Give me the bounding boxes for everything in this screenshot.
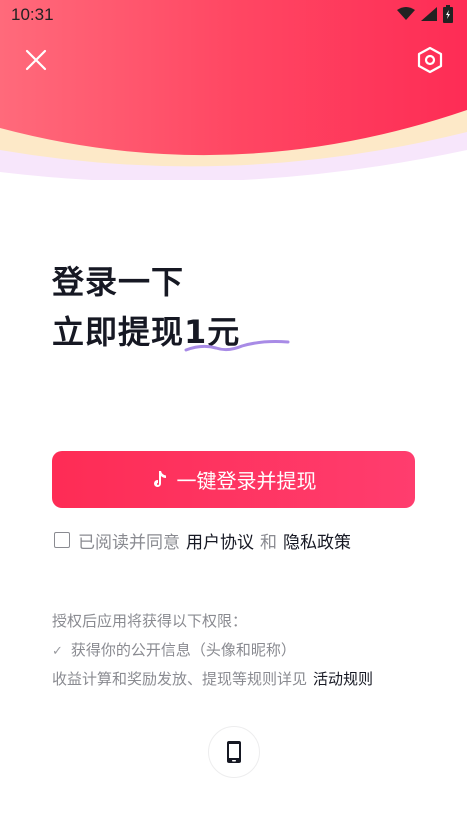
user-agreement-link[interactable]: 用户协议	[186, 528, 254, 553]
settings-button[interactable]	[414, 44, 446, 76]
close-button[interactable]	[20, 44, 52, 76]
agreement-row: 已阅读并同意 用户协议 和 隐私政策	[54, 528, 351, 553]
headline-prefix: 立即提现	[52, 313, 185, 351]
phone-icon	[227, 741, 241, 763]
agreement-prefix: 已阅读并同意	[78, 532, 180, 553]
tiktok-icon	[153, 470, 166, 487]
headline-line1: 登录一下	[52, 263, 185, 301]
login-button-label: 一键登录并提现	[176, 469, 317, 493]
permissions-title: 授权后应用将获得以下权限：	[52, 612, 248, 630]
check-icon: ✓	[52, 644, 63, 659]
wifi-icon	[397, 7, 415, 20]
privacy-policy-link[interactable]: 隐私政策	[283, 528, 351, 553]
rules-note: 收益计算和奖励发放、提现等规则详见 活动规则	[52, 668, 373, 689]
close-icon	[25, 49, 47, 71]
amount-underline	[184, 340, 290, 352]
status-time: 10:31	[11, 5, 54, 24]
signal-icon	[421, 7, 437, 21]
phone-login-button[interactable]	[208, 726, 260, 778]
agreement-and: 和	[260, 532, 277, 553]
permission-item: ✓ 获得你的公开信息（头像和昵称）	[52, 639, 296, 660]
settings-hexagon-icon	[417, 46, 443, 74]
activity-rules-link[interactable]: 活动规则	[313, 670, 373, 688]
permission-item-text: 获得你的公开信息（头像和昵称）	[70, 641, 296, 659]
battery-icon	[443, 5, 453, 23]
rules-note-text: 收益计算和奖励发放、提现等规则详见	[52, 670, 308, 688]
agreement-checkbox[interactable]	[54, 532, 70, 548]
one-click-login-button[interactable]: 一键登录并提现	[52, 451, 415, 508]
status-bar: 10:31	[0, 0, 467, 32]
